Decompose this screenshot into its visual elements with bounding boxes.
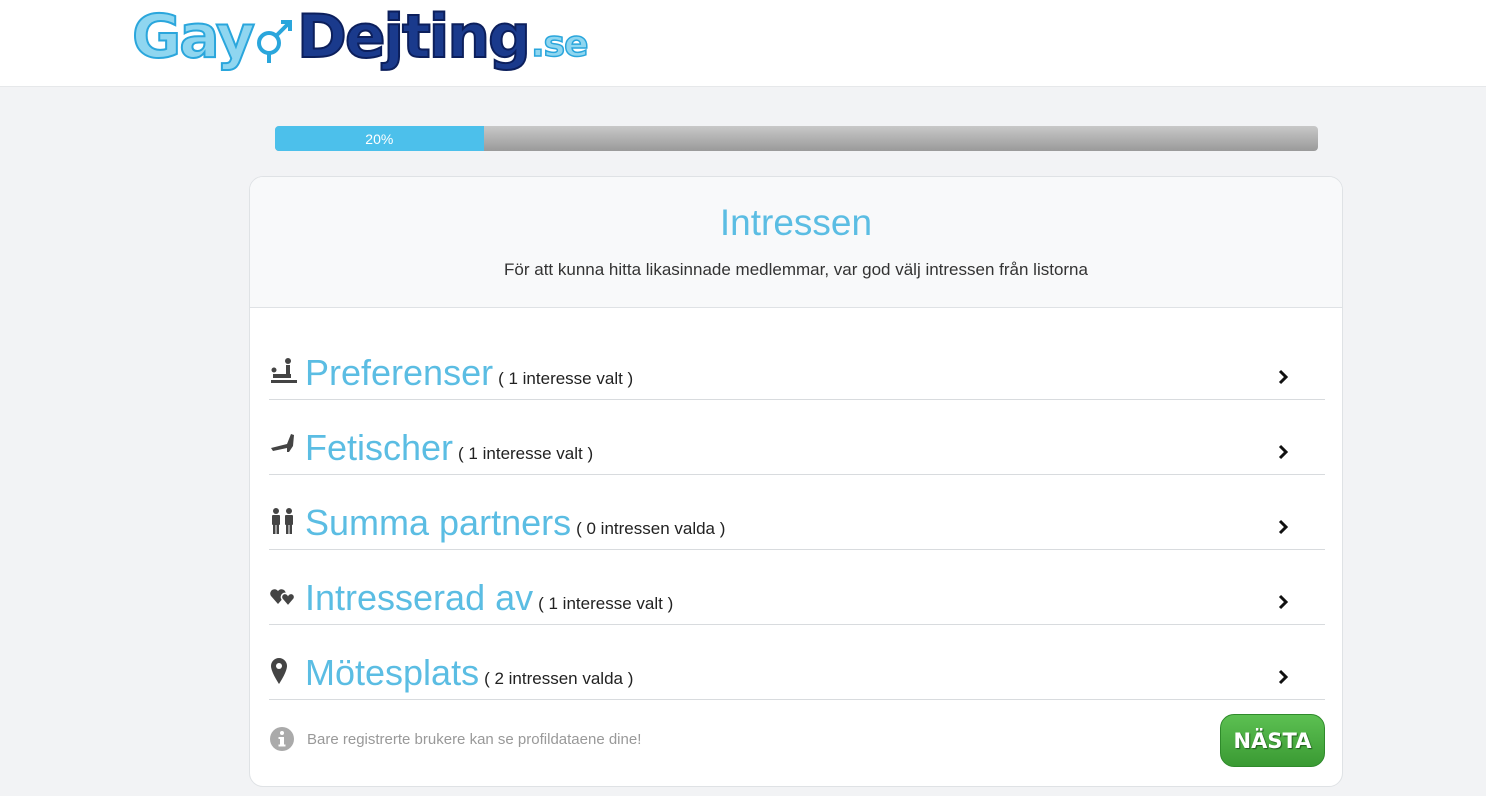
progress-label: 20% [365, 130, 394, 147]
next-button[interactable]: NÄSTA [1220, 714, 1325, 767]
site-header: Gay Dejting .se [0, 0, 1486, 87]
chevron-right-icon [1273, 517, 1293, 537]
category-title: Preferenser [305, 352, 494, 393]
preferences-icon [269, 351, 301, 385]
category-row-fetischer[interactable]: Fetischer ( 1 interesse valt ) [269, 400, 1325, 475]
category-row-summa-partners[interactable]: Summa partners ( 0 intressen valda ) [269, 475, 1325, 550]
info-icon [269, 726, 295, 752]
category-row-intresserad-av[interactable]: Intresserad av ( 1 interesse valt ) [269, 550, 1325, 625]
logo-symbol-icon [253, 9, 297, 65]
privacy-note: Bare registrerte brukere kan se profilda… [269, 726, 641, 752]
category-title: Summa partners [305, 502, 572, 543]
category-count: ( 1 interesse valt ) [538, 594, 674, 613]
couple-icon [269, 501, 301, 535]
site-logo[interactable]: Gay Dejting .se [131, 1, 589, 73]
category-count: ( 2 intressen valda ) [484, 669, 634, 688]
map-pin-icon [269, 651, 301, 685]
chevron-right-icon [1273, 667, 1293, 687]
page-subtitle: För att kunna hitta likasinnade medlemma… [504, 260, 1088, 279]
chevron-right-icon [1273, 367, 1293, 387]
chevron-right-icon [1273, 592, 1293, 612]
interests-card: Intressen För att kunna hitta likasinnad… [249, 176, 1343, 787]
interest-category-list: Preferenser ( 1 interesse valt ) Fetisch… [269, 325, 1325, 700]
category-count: ( 1 interesse valt ) [498, 369, 634, 388]
registration-progress-bar: 20% [275, 126, 1318, 151]
hearts-icon [269, 576, 301, 610]
category-row-motesplats[interactable]: Mötesplats ( 2 intressen valda ) [269, 625, 1325, 700]
chevron-right-icon [1273, 442, 1293, 462]
logo-text-gay: Gay [131, 1, 256, 73]
boot-icon [269, 426, 301, 460]
logo-text-se: .se [530, 23, 589, 66]
card-header: Intressen För att kunna hitta likasinnad… [250, 177, 1342, 308]
category-title: Mötesplats [305, 652, 480, 693]
page-title: Intressen [719, 202, 873, 243]
logo-text-dejting: Dejting [296, 1, 532, 73]
category-count: ( 1 interesse valt ) [458, 444, 594, 463]
privacy-note-text: Bare registrerte brukere kan se profilda… [307, 730, 642, 748]
progress-fill: 20% [275, 126, 484, 151]
category-row-preferenser[interactable]: Preferenser ( 1 interesse valt ) [269, 325, 1325, 400]
category-title: Fetischer [305, 427, 454, 468]
category-count: ( 0 intressen valda ) [576, 519, 726, 538]
category-title: Intresserad av [305, 577, 534, 618]
